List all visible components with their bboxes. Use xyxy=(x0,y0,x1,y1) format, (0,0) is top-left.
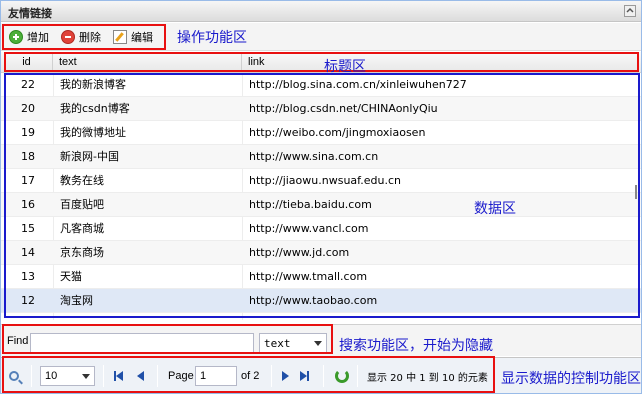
search-annotation: 搜索功能区，开始为隐藏 xyxy=(339,338,493,354)
collapse-icon[interactable] xyxy=(624,5,636,17)
data-highlight-box xyxy=(4,73,640,318)
pager-annotation: 显示数据的控制功能区 xyxy=(501,371,641,387)
toolbar-annotation: 操作功能区 xyxy=(177,30,247,46)
search-highlight-box xyxy=(2,324,333,354)
pager-highlight-box xyxy=(2,356,495,393)
data-annotation: 数据区 xyxy=(474,201,516,217)
toolbar-highlight-box xyxy=(2,24,166,50)
panel-title-bar: 友情链接 xyxy=(1,1,641,22)
header-highlight-box xyxy=(4,52,639,72)
panel-title: 友情链接 xyxy=(8,7,52,20)
links-panel: 友情链接 增加 删除 编辑 id text link 22 我的新浪博客 htt… xyxy=(0,0,642,394)
